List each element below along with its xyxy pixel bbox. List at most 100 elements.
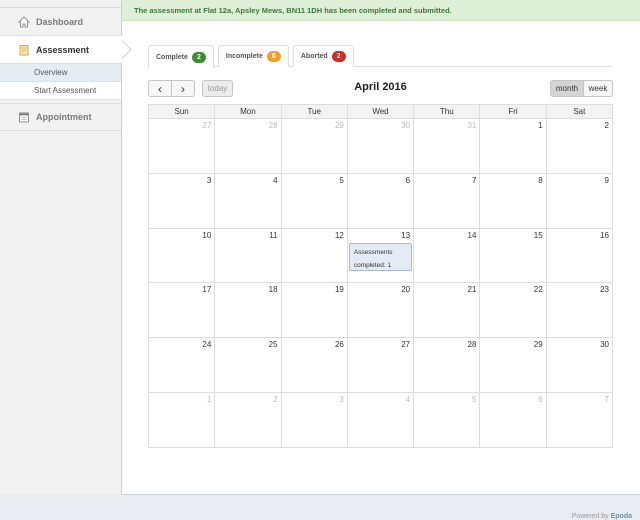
day-number: 2 (273, 394, 278, 404)
nav-overview[interactable]: Overview (0, 64, 121, 82)
week-row: 3 4 5 6 7 8 9 (149, 173, 613, 229)
day-cell[interactable]: 25 (215, 338, 282, 393)
day-number: 17 (202, 285, 212, 295)
day-number: 25 (268, 340, 278, 350)
tab-aborted[interactable]: Aborted 2 (292, 45, 354, 67)
nav-dashboard[interactable]: Dashboard (0, 8, 121, 36)
day-cell[interactable]: 4 (215, 173, 282, 229)
days-of-week-header: Sun Mon Tue Wed Thu Fri Sat (149, 105, 613, 119)
tab-incomplete[interactable]: Incomplete 0 (217, 45, 289, 67)
day-cell[interactable]: 7 (414, 173, 481, 229)
day-cell[interactable]: 8 (480, 173, 547, 229)
day-cell[interactable]: 1 (149, 392, 216, 448)
day-cell[interactable]: 31 (414, 119, 481, 174)
day-cell[interactable]: 6 (347, 173, 415, 229)
day-cell[interactable]: 17 (149, 283, 216, 339)
day-cell[interactable]: 5 (414, 392, 481, 448)
day-cell[interactable]: 3 (281, 392, 348, 448)
day-cell[interactable]: 2 (215, 392, 282, 448)
month-view-button[interactable]: month (550, 80, 584, 97)
day-number: 21 (467, 285, 477, 295)
day-cell[interactable]: 16 (546, 228, 613, 284)
day-cell[interactable]: 5 (281, 173, 348, 229)
calendar-event[interactable]: Assessments completed: 1 (348, 242, 413, 271)
day-number: 14 (467, 230, 477, 240)
notepad-icon (18, 44, 30, 56)
day-cell[interactable]: 30 (347, 119, 415, 174)
day-cell[interactable]: 19 (281, 283, 348, 339)
day-cell[interactable]: 10 (149, 228, 216, 284)
day-number: 16 (600, 230, 609, 240)
sidebar: Dashboard Assessment Overview Start Asse… (0, 0, 122, 495)
day-cell[interactable]: 18 (215, 283, 282, 339)
day-cell[interactable]: 21 (414, 283, 481, 339)
day-cell[interactable]: 11 (215, 228, 282, 284)
chevron-right-icon: › (181, 81, 185, 96)
day-cell[interactable]: 22 (480, 283, 547, 339)
day-number: 3 (339, 394, 344, 404)
day-cell[interactable]: 24 (149, 338, 216, 393)
next-month-button[interactable]: › (171, 80, 195, 97)
day-number: 22 (533, 285, 543, 295)
day-cell[interactable]: 13 Assessments completed: 1 (347, 228, 415, 284)
day-cell[interactable]: 4 (347, 392, 415, 448)
footer-brand: Epoda (610, 513, 632, 520)
day-number: 27 (401, 340, 411, 350)
day-cell[interactable]: 29 (281, 119, 348, 174)
day-cell[interactable]: 12 (281, 228, 348, 284)
nav-appointment[interactable]: Appointment (0, 103, 121, 131)
calendar-icon (18, 111, 30, 123)
day-cell[interactable]: 15 (480, 228, 547, 284)
day-cell[interactable]: 6 (480, 392, 547, 448)
day-number: 27 (202, 121, 212, 130)
day-number: 12 (334, 230, 344, 240)
day-number: 5 (339, 175, 344, 185)
day-cell[interactable]: 29 (480, 338, 547, 393)
day-number: 2 (604, 121, 609, 130)
week-view-button[interactable]: week (583, 80, 613, 97)
day-cell[interactable]: 27 (149, 119, 216, 174)
nav-assessment[interactable]: Assessment (0, 36, 122, 64)
day-number: 28 (467, 340, 477, 350)
day-number: 19 (334, 285, 344, 295)
day-of-week-header: Tue (281, 105, 348, 119)
nav-start-assessment[interactable]: Start Assessment (0, 82, 121, 100)
day-number: 13 (401, 230, 411, 240)
day-cell[interactable]: 30 (546, 338, 613, 393)
calendar-title: April 2016 (354, 81, 407, 93)
tab-complete[interactable]: Complete 2 (148, 45, 214, 68)
today-button[interactable]: today (202, 80, 233, 97)
day-cell[interactable]: 27 (347, 338, 415, 393)
tab-aborted-count: 2 (331, 51, 346, 62)
day-cell[interactable]: 7 (546, 392, 613, 448)
prev-month-button[interactable]: ‹ (148, 80, 172, 97)
day-number: 1 (538, 121, 543, 130)
week-row: 17 18 19 20 21 22 23 (149, 283, 613, 339)
nav-assessment-label: Assessment (36, 44, 90, 55)
day-cell[interactable]: 28 (414, 338, 481, 393)
day-cell[interactable]: 23 (546, 283, 613, 339)
day-cell[interactable]: 9 (546, 173, 613, 229)
day-number: 30 (600, 340, 609, 350)
day-number: 15 (533, 230, 543, 240)
day-cell[interactable]: 2 (546, 119, 613, 174)
week-row: 10 11 12 13 Assessments completed: 1 14 15 16 (149, 228, 613, 284)
day-cell[interactable]: 3 (149, 173, 216, 229)
day-number: 4 (405, 394, 411, 404)
day-cell[interactable]: 20 (347, 283, 415, 339)
day-of-week-header: Fri (480, 105, 547, 119)
day-number: 28 (268, 121, 278, 130)
day-cell[interactable]: 26 (281, 338, 348, 393)
week-row: 1 2 3 4 5 6 7 (149, 392, 613, 448)
day-number: 26 (334, 340, 344, 350)
day-number: 23 (600, 285, 609, 295)
day-cell[interactable]: 14 (414, 228, 481, 284)
day-number: 8 (538, 175, 543, 185)
app-window: Dashboard Assessment Overview Start Asse… (0, 0, 640, 495)
day-cell[interactable]: 28 (215, 119, 282, 174)
day-cell[interactable]: 1 (480, 119, 547, 174)
day-number: 30 (401, 121, 411, 130)
day-number: 20 (401, 285, 411, 295)
day-number: 6 (538, 394, 543, 404)
status-tabs: Complete 2 Incomplete 0 Aborted 2 (148, 45, 613, 68)
